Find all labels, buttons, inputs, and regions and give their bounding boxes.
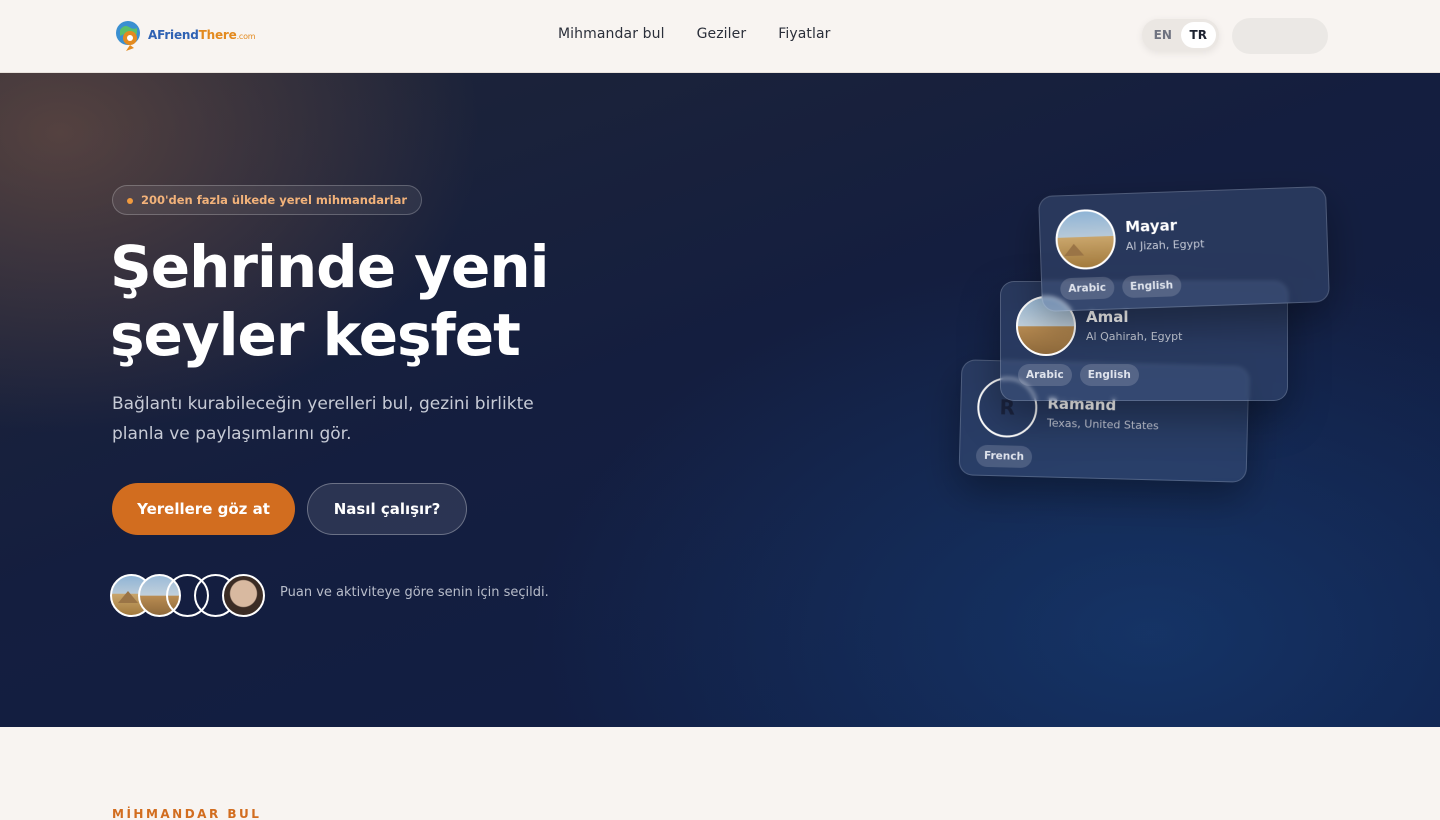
logo-wordmark: AFriendThere.com	[148, 28, 256, 42]
language-tag: Arabic	[1018, 364, 1072, 386]
hero-section: 200'den fazla ülkede yerel mihmandarlar …	[0, 73, 1440, 727]
language-tag: Arabic	[1059, 276, 1115, 301]
language-tag: English	[1121, 274, 1182, 299]
nav-link-find-guide[interactable]: Mihmandar bul	[558, 26, 665, 42]
section-label: MİHMANDAR BUL	[112, 807, 262, 820]
language-tag: English	[1079, 364, 1139, 386]
guide-name: Amal	[1086, 308, 1129, 326]
nav-links: Mihmandar bul Geziler Fiyatlar	[558, 26, 831, 42]
guide-card[interactable]: Mayar Al Jizah, Egypt Arabic English	[1038, 186, 1330, 312]
language-tag: French	[975, 444, 1033, 469]
language-switcher: EN TR	[1142, 19, 1219, 51]
browse-locals-button[interactable]: Yerellere göz at	[112, 483, 295, 535]
guide-location: Al Qahirah, Egypt	[1086, 330, 1183, 343]
nav-link-pricing[interactable]: Fiyatlar	[778, 26, 830, 42]
avatar	[1054, 208, 1117, 271]
avatars-caption: Puan ve aktiviteye göre senin için seçil…	[280, 585, 549, 600]
account-button-placeholder[interactable]	[1232, 18, 1328, 54]
logo-text-domain: .com	[236, 32, 256, 41]
logo-globe-icon	[113, 18, 145, 52]
logo[interactable]: AFriendThere.com	[113, 18, 256, 52]
how-it-works-button[interactable]: Nasıl çalışır?	[307, 483, 467, 535]
language-option-en[interactable]: EN	[1145, 22, 1181, 48]
avatar[interactable]	[222, 573, 265, 617]
hero-badge: 200'den fazla ülkede yerel mihmandarlar	[112, 185, 423, 215]
guide-language-tags: Arabic English	[1059, 274, 1182, 301]
hero-subtext: Bağlantı kurabileceğin yerelleri bul, ge…	[112, 394, 534, 444]
hero-headline: Şehrinde yeni şeyler keşfet	[110, 233, 670, 369]
language-option-tr[interactable]: TR	[1180, 22, 1216, 48]
guide-language-tags: French	[975, 444, 1033, 469]
logo-text-part1: AFriend	[148, 28, 199, 42]
hero-headline-line1: Şehrinde yeni	[110, 233, 550, 301]
hero-badge-text: 200'den fazla ülkede yerel mihmandarlar	[141, 193, 408, 207]
find-guide-section: MİHMANDAR BUL	[0, 727, 1440, 820]
logo-text-part2: There	[198, 28, 237, 42]
hero-headline-line2: şeyler keşfet	[110, 301, 521, 369]
guide-language-tags: Arabic English	[1018, 364, 1139, 386]
badge-dot-icon	[127, 198, 133, 204]
guide-avatars	[110, 573, 265, 617]
guide-location: Al Jizah, Egypt	[1125, 237, 1205, 254]
nav-link-trips[interactable]: Geziler	[697, 26, 747, 42]
top-navbar: AFriendThere.com Mihmandar bul Geziler F…	[0, 0, 1440, 73]
guide-name: Mayar	[1124, 216, 1178, 237]
guide-location: Texas, United States	[1046, 416, 1159, 433]
